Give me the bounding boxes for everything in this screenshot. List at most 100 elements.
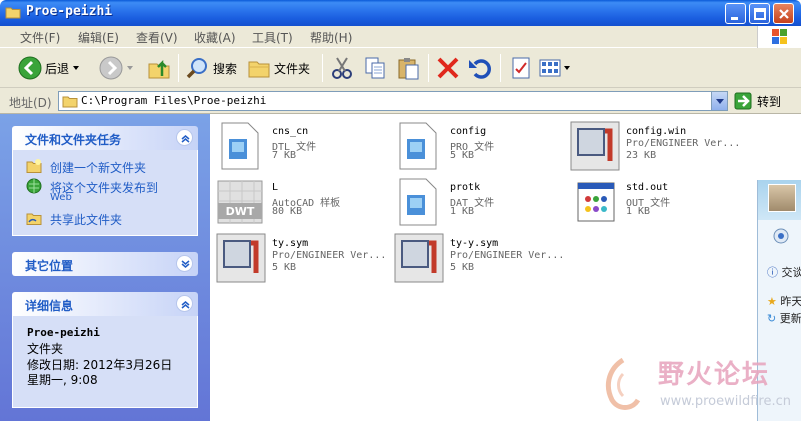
file-item[interactable]: DWT L AutoCAD 样板 80 KB xyxy=(214,174,392,228)
app-window-icon xyxy=(577,182,615,222)
details-header[interactable]: 详细信息 xyxy=(12,292,198,316)
star-icon: ★ xyxy=(767,295,777,308)
views-button[interactable] xyxy=(538,52,572,84)
chat-item-yesterday-label: 昨天 xyxy=(780,295,801,308)
file-size: 7 KB xyxy=(272,150,297,161)
forward-button[interactable] xyxy=(99,52,137,84)
address-path: C:\Program Files\Proe-peizhi xyxy=(81,94,267,107)
paste-button[interactable] xyxy=(396,52,420,84)
properties-icon xyxy=(512,57,530,79)
go-button[interactable]: 转到 xyxy=(734,91,781,111)
menu-bar: 文件(F) 编辑(E) 查看(V) 收藏(A) 工具(T) 帮助(H) xyxy=(0,26,801,48)
task-pane: 文件和文件夹任务 创建一个新文件夹 将这个文件夹发布到 Web 共享此文件夹 其… xyxy=(0,114,210,421)
chat-item-talk-label: 交谈 xyxy=(781,266,801,279)
menu-edit[interactable]: 编辑(E) xyxy=(78,29,119,46)
search-label: 搜索 xyxy=(213,61,238,76)
menu-favorites[interactable]: 收藏(A) xyxy=(194,29,236,46)
other-places-header[interactable]: 其它位置 xyxy=(12,252,198,276)
chat-window-edge[interactable]: ⓘ 交谈 ★ 昨天 ↻ 更新 xyxy=(757,180,801,421)
forward-arrow-icon xyxy=(99,56,123,80)
menu-tools[interactable]: 工具(T) xyxy=(252,29,293,46)
properties-button[interactable] xyxy=(509,52,533,84)
chat-item-update-label: 更新 xyxy=(779,312,801,325)
cut-button[interactable] xyxy=(330,52,354,84)
menu-view[interactable]: 查看(V) xyxy=(136,29,178,46)
file-item[interactable]: cns_cn DTL 文件 7 KB xyxy=(214,118,392,172)
avatar[interactable] xyxy=(768,184,796,212)
collapse-icon[interactable] xyxy=(176,295,193,312)
undo-icon xyxy=(469,59,491,79)
address-bar: 地址(D) C:\Program Files\Proe-peizhi 转到 xyxy=(0,88,801,114)
address-dropdown-button[interactable] xyxy=(711,92,727,110)
chevron-down-icon xyxy=(564,66,570,70)
task-publish-web[interactable]: 将这个文件夹发布到 xyxy=(13,176,197,195)
dwt-icon: DWT xyxy=(217,180,263,224)
copy-button[interactable] xyxy=(363,52,387,84)
file-type: Pro/ENGINEER Ver... xyxy=(626,138,741,149)
up-folder-button[interactable] xyxy=(147,52,171,84)
expand-icon[interactable] xyxy=(176,255,193,272)
menu-file[interactable]: 文件(F) xyxy=(20,29,60,46)
file-size: 80 KB xyxy=(272,206,303,217)
file-name: config.win xyxy=(626,126,687,137)
file-tasks-header[interactable]: 文件和文件夹任务 xyxy=(12,126,198,150)
file-name: std.out xyxy=(626,182,669,193)
details-panel: 详细信息 Proe-peizhi 文件夹 修改日期: 2012年3月26日 星期… xyxy=(12,292,198,408)
file-size: 5 KB xyxy=(272,262,297,273)
copy-icon xyxy=(365,57,385,79)
file-tasks-panel: 文件和文件夹任务 创建一个新文件夹 将这个文件夹发布到 Web 共享此文件夹 xyxy=(12,126,198,236)
task-new-folder[interactable]: 创建一个新文件夹 xyxy=(13,156,197,176)
delete-x-icon xyxy=(437,57,459,79)
file-size: 1 KB xyxy=(626,206,651,217)
title-bar[interactable]: Proe-peizhi xyxy=(0,0,801,26)
up-folder-icon xyxy=(148,59,170,79)
back-button[interactable]: 后退 xyxy=(18,52,83,84)
windows-logo-icon xyxy=(757,26,801,48)
proe-icon xyxy=(394,233,444,283)
maximize-button[interactable] xyxy=(749,3,770,24)
task-publish-web-cont[interactable]: Web xyxy=(13,192,197,208)
address-label: 地址(D) xyxy=(9,96,52,110)
file-name: L xyxy=(272,182,279,193)
undo-button[interactable] xyxy=(467,52,491,84)
chat-item-update[interactable]: ↻ 更新 xyxy=(767,310,801,326)
search-button[interactable]: 搜索 xyxy=(186,52,237,84)
delete-button[interactable] xyxy=(436,52,460,84)
task-publish-web-label-2: Web xyxy=(50,192,72,203)
file-tasks-body: 创建一个新文件夹 将这个文件夹发布到 Web 共享此文件夹 xyxy=(12,150,198,236)
file-item[interactable]: config.win Pro/ENGINEER Ver... 23 KB xyxy=(568,118,746,172)
details-time: 星期一, 9:08 xyxy=(27,373,98,387)
chat-item-talk[interactable]: ⓘ 交谈 xyxy=(767,264,801,280)
back-arrow-icon xyxy=(18,56,42,80)
file-size: 5 KB xyxy=(450,262,475,273)
collapse-icon[interactable] xyxy=(176,129,193,146)
new-folder-icon xyxy=(26,158,42,174)
webcam-icon[interactable] xyxy=(770,227,792,248)
file-item[interactable]: config PRO 文件 5 KB xyxy=(392,118,570,172)
close-button[interactable] xyxy=(773,3,794,24)
minimize-button[interactable] xyxy=(725,3,746,24)
other-places-panel: 其它位置 xyxy=(12,252,198,276)
text-document-icon xyxy=(399,122,437,170)
chat-header xyxy=(758,180,801,220)
details-type: 文件夹 xyxy=(27,342,64,356)
file-name: config xyxy=(450,126,487,137)
file-item[interactable]: ty.sym Pro/ENGINEER Ver... 5 KB xyxy=(214,230,392,284)
text-document-icon xyxy=(221,122,259,170)
search-icon xyxy=(186,58,207,79)
chevron-down-icon xyxy=(716,99,724,104)
task-share-folder[interactable]: 共享此文件夹 xyxy=(13,208,197,228)
menu-help[interactable]: 帮助(H) xyxy=(310,29,352,46)
chat-item-yesterday[interactable]: ★ 昨天 xyxy=(767,293,801,309)
views-icon xyxy=(539,59,561,77)
folders-label: 文件夹 xyxy=(274,61,311,76)
window-title: Proe-peizhi xyxy=(26,4,113,19)
file-item[interactable]: protk DAT 文件 1 KB xyxy=(392,174,570,228)
folders-button[interactable]: 文件夹 xyxy=(247,52,310,84)
file-item[interactable]: std.out OUT 文件 1 KB xyxy=(568,174,746,228)
file-size: 5 KB xyxy=(450,150,475,161)
file-item[interactable]: ty-y.sym Pro/ENGINEER Ver... 5 KB xyxy=(392,230,570,284)
go-arrow-icon xyxy=(734,92,752,110)
address-input[interactable]: C:\Program Files\Proe-peizhi xyxy=(58,91,728,111)
details-name: Proe-peizhi xyxy=(27,326,100,339)
